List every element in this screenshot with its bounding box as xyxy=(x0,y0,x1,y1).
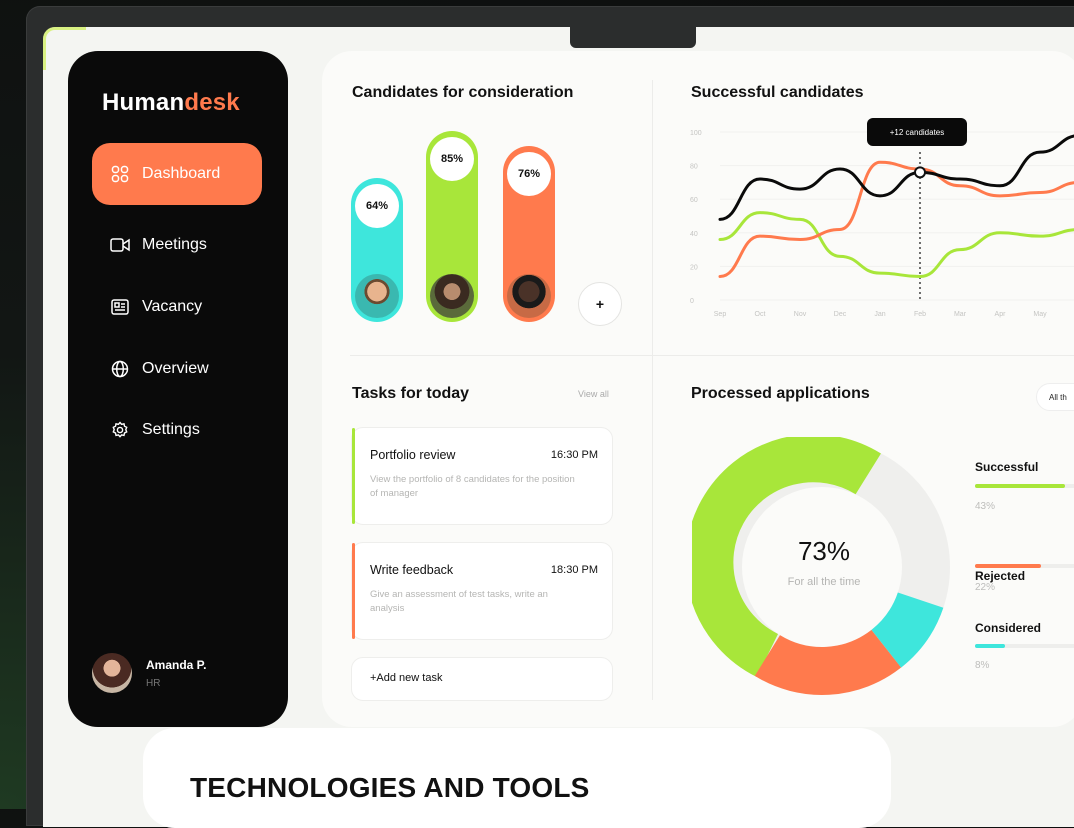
sidebar-item-label: Vacancy xyxy=(142,298,203,315)
donut-segment-rejected xyxy=(754,629,902,695)
marker-point[interactable] xyxy=(914,166,926,179)
stat-fill xyxy=(975,564,1041,568)
x-tick-label: Sep xyxy=(714,311,727,318)
donut-chart xyxy=(692,437,950,695)
candidates-title: Candidates for consideration xyxy=(352,84,574,101)
y-tick-label: 100 xyxy=(690,130,702,137)
sidebar: Humandesk Dashboard Meetings Vacancy Ove… xyxy=(68,51,288,727)
task-time: 16:30 PM xyxy=(550,449,598,461)
stat-label: Considered xyxy=(975,621,1042,635)
stat-label: Rejected xyxy=(975,569,1026,583)
candidate-percent: 64% xyxy=(355,184,399,228)
divider xyxy=(652,80,653,700)
tasks-title: Tasks for today xyxy=(352,385,470,402)
x-tick-label: Mar xyxy=(954,311,967,318)
task-time: 18:30 PM xyxy=(550,564,598,576)
y-tick-label: 60 xyxy=(690,197,698,204)
sidebar-item-vacancy[interactable]: Vacancy xyxy=(92,276,262,338)
donut-center-value: 73% xyxy=(797,536,851,566)
user-name: Amanda P. xyxy=(146,657,207,672)
stat-fill xyxy=(975,644,1005,648)
task-card[interactable]: Portfolio review 16:30 PM View the portf… xyxy=(351,427,613,525)
stat-track xyxy=(975,644,1074,648)
sidebar-item-label: Meetings xyxy=(142,236,207,253)
task-title: Portfolio review xyxy=(370,448,456,462)
id-card-icon xyxy=(110,297,130,317)
app-logo[interactable]: Humandesk xyxy=(102,89,240,117)
candidate-avatar xyxy=(507,274,551,318)
stat-value: 22% xyxy=(975,582,996,593)
series-line-2 xyxy=(718,211,1074,278)
task-title: Write feedback xyxy=(370,563,454,577)
task-description: View the portfolio of 8 candidates for t… xyxy=(370,474,575,499)
sidebar-item-label: Dashboard xyxy=(142,165,221,182)
sidebar-item-overview[interactable]: Overview xyxy=(92,338,262,400)
time-filter-dropdown[interactable]: All th xyxy=(1036,383,1074,411)
candidate-pill[interactable]: 85% xyxy=(426,131,478,322)
stat-track xyxy=(975,484,1074,488)
divider xyxy=(350,355,1074,356)
camera-notch xyxy=(570,26,696,48)
task-accent-bar xyxy=(352,428,355,524)
grid-icon xyxy=(110,164,130,184)
sidebar-item-label: Settings xyxy=(142,421,200,438)
stat-label: Successful xyxy=(975,460,1039,474)
y-tick-label: 80 xyxy=(690,164,698,171)
x-tick-label: Nov xyxy=(794,311,807,318)
x-tick-label: Jan xyxy=(874,311,885,318)
y-tick-label: 0 xyxy=(690,298,694,305)
video-icon xyxy=(110,235,130,255)
sidebar-item-settings[interactable]: Settings xyxy=(92,399,262,461)
gear-icon xyxy=(110,420,130,440)
view-all-link[interactable]: View all xyxy=(578,389,609,399)
stat-value: 43% xyxy=(975,501,996,512)
candidate-percent: 76% xyxy=(507,152,551,196)
x-tick-label: Dec xyxy=(834,311,847,318)
stat-fill xyxy=(975,484,1065,488)
add-task-button[interactable]: +Add new task xyxy=(351,657,613,701)
donut-center-label: For all the time xyxy=(787,576,861,588)
candidate-pill[interactable]: 64% xyxy=(351,178,403,322)
x-tick-label: Apr xyxy=(995,311,1007,318)
series-line-1 xyxy=(718,160,1074,278)
sidebar-item-label: Overview xyxy=(142,360,209,377)
x-tick-label: Oct xyxy=(755,311,766,318)
y-tick-label: 40 xyxy=(690,231,698,238)
candidate-avatar xyxy=(355,274,399,318)
line-chart-svg: 100806040200SepOctNovDecJanFebMarAprMayJ… xyxy=(690,130,1074,318)
y-tick-label: 20 xyxy=(690,264,698,271)
stat-track xyxy=(975,564,1074,568)
task-accent-bar xyxy=(352,543,355,639)
processed-title: Processed applications xyxy=(691,385,870,402)
stat-value: 8% xyxy=(975,660,990,671)
add-candidate-button[interactable]: + xyxy=(578,282,622,326)
candidate-avatar xyxy=(430,274,474,318)
technologies-heading: TECHNOLOGIES AND TOOLS xyxy=(190,772,590,803)
sidebar-item-meetings[interactable]: Meetings xyxy=(92,214,262,276)
user-profile[interactable]: Amanda P. HR xyxy=(92,653,206,693)
chart-tooltip: +12 candidates xyxy=(867,118,967,146)
sidebar-item-dashboard[interactable]: Dashboard xyxy=(92,143,262,205)
technologies-card: TECHNOLOGIES AND TOOLS xyxy=(143,728,891,828)
candidate-percent: 85% xyxy=(430,137,474,181)
successful-candidates-chart: 100806040200SepOctNovDecJanFebMarAprMayJ… xyxy=(680,120,1074,330)
series-line-0 xyxy=(718,134,1074,221)
task-card[interactable]: Write feedback 18:30 PM Give an assessme… xyxy=(351,542,613,640)
user-role: HR xyxy=(146,677,161,689)
avatar xyxy=(92,653,132,693)
chart-title: Successful candidates xyxy=(691,84,864,101)
candidate-pill[interactable]: 76% xyxy=(503,146,555,322)
globe-icon xyxy=(110,359,130,379)
x-tick-label: May xyxy=(1033,311,1047,318)
x-tick-label: Feb xyxy=(914,311,926,318)
task-description: Give an assessment of test tasks, write … xyxy=(370,589,548,614)
donut-segment-considered xyxy=(870,591,944,668)
